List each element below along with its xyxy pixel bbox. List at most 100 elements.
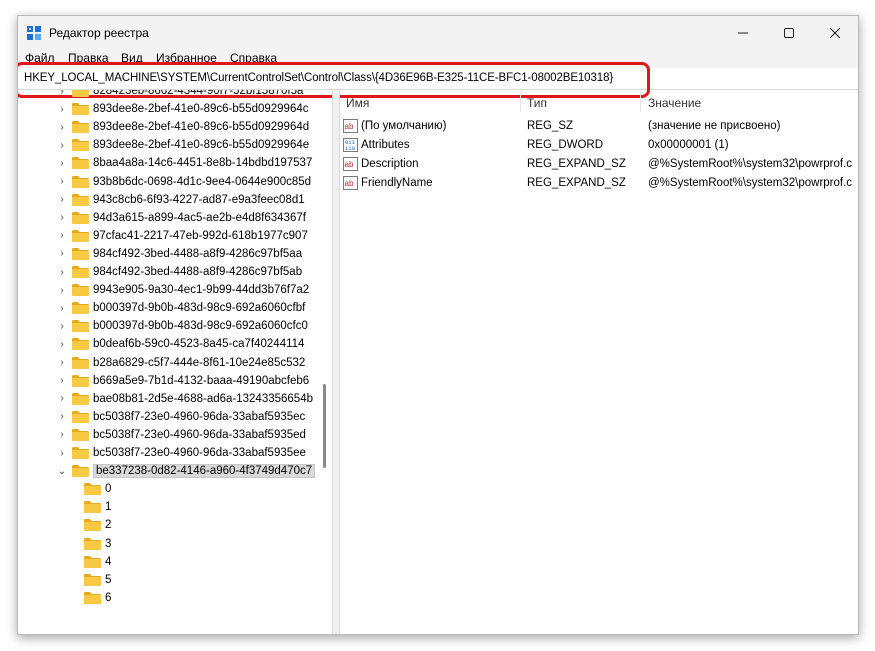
value-name: (По умолчанию): [361, 119, 447, 132]
folder-icon: [84, 483, 101, 496]
folder-icon: [72, 302, 89, 315]
chevron-right-icon[interactable]: ›: [56, 335, 68, 353]
close-icon: [830, 28, 840, 38]
maximize-icon: [784, 28, 794, 38]
chevron-right-icon[interactable]: ›: [56, 299, 68, 317]
folder-icon: [72, 211, 89, 224]
folder-icon: [84, 555, 101, 568]
tree-subitem[interactable]: 3: [80, 535, 111, 553]
svg-text:ab: ab: [345, 179, 354, 188]
tree-item-label: b28a6829-c5f7-444e-8f61-10e24e85c532: [93, 356, 306, 369]
tree-item[interactable]: › b669a5e9-7b1d-4132-baaa-49190abcfeb6: [56, 372, 309, 390]
registry-key-tree[interactable]: › 828423eb-8662-4344-90f7-52bf15870f5a › 89…: [18, 90, 316, 634]
chevron-right-icon[interactable]: ›: [56, 372, 68, 390]
chevron-right-icon[interactable]: ›: [56, 354, 68, 372]
value-data: @%SystemRoot%\system32\powrprof.c: [648, 157, 853, 170]
pane-splitter[interactable]: [332, 90, 340, 634]
tree-subitem[interactable]: 4: [80, 553, 111, 571]
column-header-data[interactable]: Значение: [648, 96, 701, 110]
tree-item-label: 2: [105, 519, 112, 532]
column-header-type[interactable]: Тип: [527, 96, 547, 110]
tree-subitem[interactable]: 1: [80, 498, 111, 516]
chevron-right-icon[interactable]: ›: [56, 100, 68, 118]
tree-item[interactable]: › 8baa4a8a-14c6-4451-8e8b-14bdbd197537: [56, 154, 312, 172]
tree-item-label: 893dee8e-2bef-41e0-89c6-b55d0929964e: [93, 139, 310, 152]
tree-item-label: 94d3a615-a899-4ac5-ae2b-e4d8f634367f: [93, 211, 306, 224]
tree-item[interactable]: › 828423eb-8662-4344-90f7-52bf15870f5a: [56, 90, 303, 100]
tree-item-label: 93b8b6dc-0698-4d1c-9ee4-0644e900c85d: [93, 175, 312, 188]
svg-text:ab: ab: [345, 122, 354, 131]
tree-item[interactable]: › 984cf492-3bed-4488-a8f9-4286c97bf5ab: [56, 263, 302, 281]
tree-item[interactable]: › 943c8cb6-6f93-4227-ad87-e9a3feec08d1: [56, 191, 305, 209]
chevron-right-icon[interactable]: ›: [56, 191, 68, 209]
chevron-right-icon[interactable]: ›: [56, 173, 68, 191]
tree-item[interactable]: › 93b8b6dc-0698-4d1c-9ee4-0644e900c85d: [56, 173, 311, 191]
tree-item[interactable]: ⌄ be337238-0d82-4146-a960-4f3749d470c7: [56, 462, 316, 480]
chevron-right-icon[interactable]: ›: [56, 209, 68, 227]
chevron-right-icon[interactable]: ›: [56, 245, 68, 263]
tree-item[interactable]: › b28a6829-c5f7-444e-8f61-10e24e85c532: [56, 354, 305, 372]
maximize-button[interactable]: [766, 16, 812, 50]
folder-icon: [72, 157, 89, 170]
tree-item[interactable]: › 984cf492-3bed-4488-a8f9-4286c97bf5aa: [56, 245, 302, 263]
tree-item[interactable]: › bc5038f7-23e0-4960-96da-33abaf5935ed: [56, 426, 306, 444]
value-row[interactable]: 011 110 Attributes REG_DWORD 0x00000001 (1): [340, 135, 858, 154]
tree-subitem[interactable]: 2: [80, 516, 111, 534]
tree-item[interactable]: › b000397d-9b0b-483d-98c9-692a6060cfbf: [56, 299, 305, 317]
folder-icon: [72, 428, 89, 441]
folder-icon: [72, 103, 89, 116]
tree-item[interactable]: › 9943e905-9a30-4ec1-9b99-44dd3b76f7a2: [56, 281, 309, 299]
chevron-right-icon[interactable]: ›: [56, 408, 68, 426]
value-data: @%SystemRoot%\system32\powrprof.c: [648, 176, 853, 189]
tree-item[interactable]: › bae08b81-2d5e-4688-ad6a-13243356654b: [56, 390, 313, 408]
chevron-right-icon[interactable]: ›: [56, 118, 68, 136]
tree-scrollbar-thumb[interactable]: [323, 384, 326, 468]
chevron-right-icon[interactable]: ›: [56, 444, 68, 462]
chevron-down-icon[interactable]: ⌄: [56, 462, 68, 480]
chevron-right-icon[interactable]: ›: [56, 263, 68, 281]
tree-subitem[interactable]: 0: [80, 480, 111, 498]
string-value-icon: ab: [343, 156, 358, 171]
column-header-name[interactable]: Имя: [346, 96, 369, 110]
close-button[interactable]: [812, 16, 858, 50]
chevron-right-icon[interactable]: ›: [56, 227, 68, 245]
column-separator[interactable]: [640, 92, 641, 112]
tree-scrollbar[interactable]: [318, 90, 332, 634]
chevron-right-icon[interactable]: ›: [56, 90, 68, 100]
value-type: REG_EXPAND_SZ: [527, 176, 626, 189]
tree-item[interactable]: › b000397d-9b0b-483d-98c9-692a6060cfc0: [56, 317, 308, 335]
value-row[interactable]: ab Description REG_EXPAND_SZ @%SystemRoot%\…: [340, 154, 858, 173]
value-name: Description: [361, 157, 419, 170]
tree-item[interactable]: › 94d3a615-a899-4ac5-ae2b-e4d8f634367f: [56, 209, 306, 227]
tree-item[interactable]: › bc5038f7-23e0-4960-96da-33abaf5935ee: [56, 444, 306, 462]
column-separator[interactable]: [520, 92, 521, 112]
tree-item[interactable]: › 97cfac41-2217-47eb-992d-618b1977c907: [56, 227, 308, 245]
chevron-right-icon[interactable]: ›: [56, 281, 68, 299]
value-row[interactable]: ab FriendlyName REG_EXPAND_SZ @%SystemRoot%…: [340, 173, 858, 192]
window-title: Редактор реестра: [49, 26, 149, 40]
tree-item[interactable]: › 893dee8e-2bef-41e0-89c6-b55d0929964e: [56, 136, 309, 154]
tree-item[interactable]: › b0deaf6b-59c0-4523-8a45-ca7f40244114: [56, 335, 304, 353]
tree-subitem[interactable]: 5: [80, 571, 111, 589]
tree-item[interactable]: › 893dee8e-2bef-41e0-89c6-b55d0929964c: [56, 100, 309, 118]
tree-item[interactable]: › bc5038f7-23e0-4960-96da-33abaf5935ec: [56, 408, 305, 426]
tree-subitem[interactable]: 6: [80, 589, 111, 607]
value-row[interactable]: ab (По умолчанию) REG_SZ (значение не присв…: [340, 116, 858, 135]
folder-icon: [72, 229, 89, 242]
tree-item-label: 1: [105, 501, 112, 514]
chevron-right-icon[interactable]: ›: [56, 426, 68, 444]
folder-icon: [72, 284, 89, 297]
tree-item[interactable]: › 893dee8e-2bef-41e0-89c6-b55d0929964d: [56, 118, 309, 136]
chevron-right-icon[interactable]: ›: [56, 390, 68, 408]
chevron-right-icon[interactable]: ›: [56, 136, 68, 154]
chevron-right-icon[interactable]: ›: [56, 154, 68, 172]
folder-icon: [84, 591, 101, 604]
folder-icon: [72, 175, 89, 188]
tree-item-label: 9943e905-9a30-4ec1-9b99-44dd3b76f7a2: [93, 284, 310, 297]
chevron-right-icon[interactable]: ›: [56, 317, 68, 335]
minimize-button[interactable]: [720, 16, 766, 50]
tree-item-label: b669a5e9-7b1d-4132-baaa-49190abcfeb6: [93, 374, 310, 387]
svg-text:ab: ab: [345, 160, 354, 169]
tree-item-label: bc5038f7-23e0-4960-96da-33abaf5935ec: [93, 410, 306, 423]
tree-item-label: 828423eb-8662-4344-90f7-52bf15870f5a: [93, 90, 304, 97]
